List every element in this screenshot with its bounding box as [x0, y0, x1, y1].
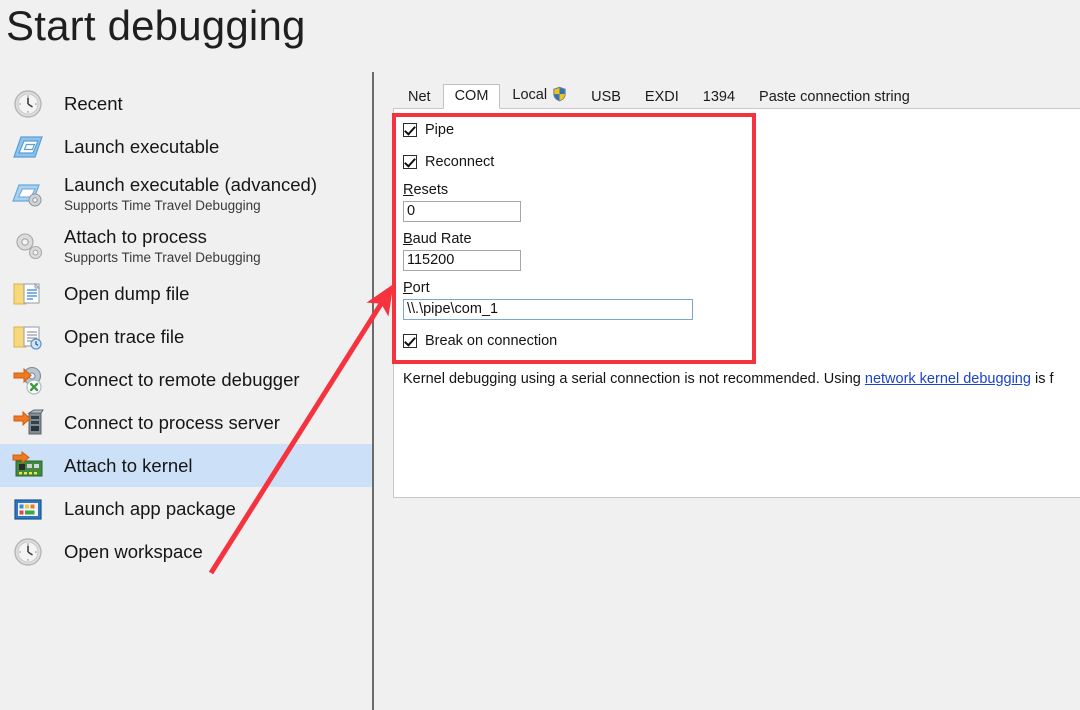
com-settings-form: Pipe Reconnect Resets 0 Baud Rate 115200…	[403, 118, 703, 361]
gears-icon	[12, 230, 44, 262]
resets-label-accesskey: R	[403, 182, 414, 198]
baud-rate-input[interactable]: 115200	[403, 250, 521, 271]
tab-usb[interactable]: USB	[579, 85, 633, 109]
sidebar: Recent Launch executable Launch executab…	[0, 82, 373, 710]
resets-input[interactable]: 0	[403, 201, 521, 222]
reconnect-checkbox-row[interactable]: Reconnect	[403, 150, 703, 173]
kernel-card-icon	[12, 450, 44, 482]
sidebar-item-connect-to-process-server[interactable]: Connect to process server	[0, 401, 373, 444]
executable-advanced-icon	[12, 178, 44, 210]
port-label-accesskey: P	[403, 280, 413, 296]
sidebar-item-label: Launch executable	[64, 135, 220, 157]
sidebar-item-connect-to-remote-debugger[interactable]: Connect to remote debugger	[0, 358, 373, 401]
sidebar-item-open-trace-file[interactable]: Open trace file	[0, 315, 373, 358]
sidebar-item-launch-executable-advanced[interactable]: Launch executable (advanced) Supports Tim…	[0, 168, 373, 220]
sidebar-item-text: Launch executable	[64, 135, 219, 158]
sidebar-item-open-dump-file[interactable]: Open dump file	[0, 272, 373, 315]
sidebar-item-label: Launch app package	[64, 497, 236, 519]
sidebar-item-label: Connect to remote debugger	[64, 368, 300, 390]
sidebar-item-label: Open workspace	[64, 540, 203, 562]
tab-strip: Net COM Local USB EXDI 1394 Paste connection …	[396, 84, 922, 109]
sidebar-item-sublabel: Supports Time Travel Debugging	[64, 250, 261, 266]
page-title: Start debugging	[6, 2, 306, 49]
sidebar-item-attach-to-kernel[interactable]: Attach to kernel	[0, 444, 373, 487]
clock-icon	[12, 536, 44, 568]
baud-rate-label-rest: aud Rate	[412, 231, 472, 247]
sidebar-item-label: Open dump file	[64, 282, 190, 304]
pipe-label: Pipe	[425, 121, 455, 138]
sidebar-item-launch-app-package[interactable]: Launch app package	[0, 487, 373, 530]
tab-label: Paste connection string	[759, 89, 910, 105]
sidebar-item-text: Launch executable (advanced) Supports Tim…	[64, 173, 317, 215]
app-package-icon	[12, 493, 44, 525]
tab-net[interactable]: Net	[396, 85, 443, 109]
sidebar-item-label: Recent	[64, 92, 123, 114]
tab-label: EXDI	[644, 89, 679, 105]
sidebar-item-text: Attach to kernel	[64, 454, 193, 477]
tab-label: Net	[408, 89, 431, 105]
tab-paste-connection-string[interactable]: Paste connection string	[747, 85, 922, 109]
port-label-rest: ort	[412, 280, 430, 296]
sidebar-item-text: Open workspace	[64, 540, 203, 563]
break-on-connection-checkbox[interactable]	[403, 333, 417, 348]
sidebar-item-text: Open trace file	[64, 325, 184, 348]
sidebar-item-launch-executable[interactable]: Launch executable	[0, 125, 373, 168]
reconnect-label: Reconnect	[425, 153, 495, 170]
sidebar-item-label: Attach to kernel	[64, 454, 193, 476]
help-text-before: Kernel debugging using a serial connecti…	[403, 371, 865, 387]
sidebar-item-text: Open dump file	[64, 282, 189, 305]
process-server-icon	[12, 407, 44, 439]
port-label: Port	[403, 280, 703, 296]
sidebar-item-open-workspace[interactable]: Open workspace	[0, 530, 373, 573]
sidebar-item-text: Recent	[64, 92, 123, 115]
help-text-after: is f	[1030, 371, 1054, 387]
tab-label: Local	[512, 87, 548, 103]
folder-dump-icon	[12, 278, 44, 310]
pipe-checkbox[interactable]	[403, 122, 417, 137]
tab-com[interactable]: COM	[442, 84, 501, 109]
uac-shield-icon	[552, 85, 567, 106]
break-on-connection-checkbox-row[interactable]: Break on connection	[403, 329, 703, 352]
tab-1394[interactable]: 1394	[691, 85, 747, 109]
resets-label: Resets	[403, 182, 703, 198]
sidebar-item-sublabel: Supports Time Travel Debugging	[64, 198, 261, 214]
break-on-connection-label: Break on connection	[425, 332, 558, 349]
sidebar-item-text: Attach to process Supports Time Travel De…	[64, 225, 261, 267]
sidebar-item-label: Launch executable (advanced)	[64, 174, 318, 196]
baud-rate-label: Baud Rate	[403, 231, 703, 247]
network-kernel-debugging-link[interactable]: network kernel debugging	[865, 371, 1031, 387]
sidebar-panel-divider	[372, 72, 374, 710]
tab-local[interactable]: Local	[500, 81, 579, 109]
sidebar-item-label: Attach to process	[64, 226, 207, 248]
clock-icon	[12, 88, 44, 120]
tab-label: COM	[454, 88, 489, 104]
tab-label: 1394	[702, 89, 736, 105]
sidebar-item-text: Launch app package	[64, 497, 236, 520]
tab-exdi[interactable]: EXDI	[633, 85, 691, 109]
pipe-checkbox-row[interactable]: Pipe	[403, 118, 703, 141]
port-input[interactable]: \\.\pipe\com_1	[403, 299, 693, 320]
sidebar-item-label: Open trace file	[64, 325, 185, 347]
help-text: Kernel debugging using a serial connecti…	[403, 371, 1080, 387]
sidebar-item-text: Connect to process server	[64, 411, 280, 434]
executable-icon	[12, 131, 44, 163]
tab-label: USB	[591, 89, 621, 105]
remote-debugger-icon	[12, 364, 44, 396]
sidebar-item-attach-to-process[interactable]: Attach to process Supports Time Travel De…	[0, 220, 373, 272]
reconnect-checkbox[interactable]	[403, 154, 417, 169]
resets-label-rest: esets	[413, 182, 449, 198]
baud-rate-label-accesskey: B	[403, 231, 413, 247]
sidebar-item-recent[interactable]: Recent	[0, 82, 373, 125]
sidebar-item-text: Connect to remote debugger	[64, 368, 300, 391]
folder-trace-icon	[12, 321, 44, 353]
sidebar-item-label: Connect to process server	[64, 411, 280, 433]
